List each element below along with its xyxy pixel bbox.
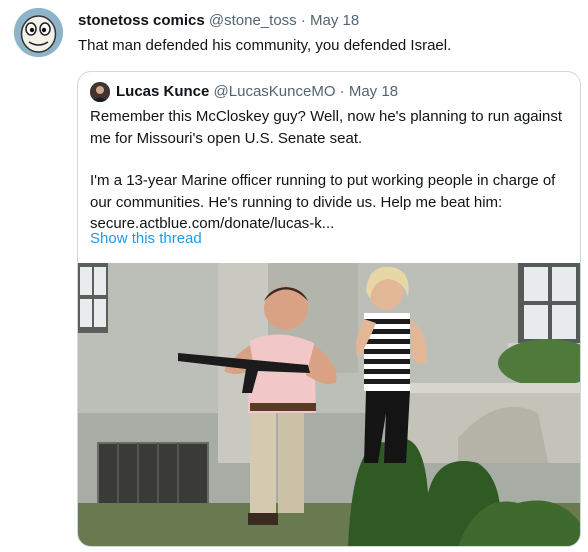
tweet-photo[interactable] (78, 263, 580, 546)
tweet[interactable]: stonetoss comics @stone_toss · May 18 Th… (0, 0, 588, 552)
quoted-tweet-text: Remember this McCloskey guy? Well, now h… (90, 106, 576, 235)
author-handle[interactable]: @stone_toss (209, 12, 297, 29)
quoted-header-separator: · (339, 83, 345, 100)
quoted-tweet[interactable]: Lucas Kunce @LucasKunceMO · May 18 Remem… (77, 71, 581, 547)
author-avatar[interactable] (14, 8, 63, 57)
quoted-author-name: Lucas Kunce (116, 83, 210, 100)
cartoon-face-icon (14, 8, 63, 57)
quoted-text-line: me for Missouri's open U.S. Senate seat. (90, 129, 363, 147)
quoted-tweet-header: Lucas Kunce @LucasKunceMO · May 18 (116, 82, 398, 102)
quoted-text-line: our communities. He's running to divide … (90, 193, 503, 211)
quoted-author-avatar (90, 82, 110, 102)
quoted-text-line: Remember this McCloskey guy? Well, now h… (90, 108, 562, 125)
quoted-author-handle: @LucasKunceMO (213, 83, 336, 100)
tweet-text: That man defended his community, you def… (78, 37, 452, 54)
tweet-date[interactable]: May 18 (310, 12, 359, 29)
author-name[interactable]: stonetoss comics (78, 12, 205, 29)
header-separator: · (300, 12, 306, 29)
tweet-header: stonetoss comics @stone_toss · May 18 (78, 11, 359, 31)
quoted-tweet-date: May 18 (348, 83, 399, 100)
photo-illustration (78, 263, 580, 546)
show-thread-link[interactable]: Show this thread (90, 229, 202, 249)
person-icon (90, 82, 110, 102)
quoted-text-line: I'm a 13-year Marine officer running to … (90, 172, 556, 189)
